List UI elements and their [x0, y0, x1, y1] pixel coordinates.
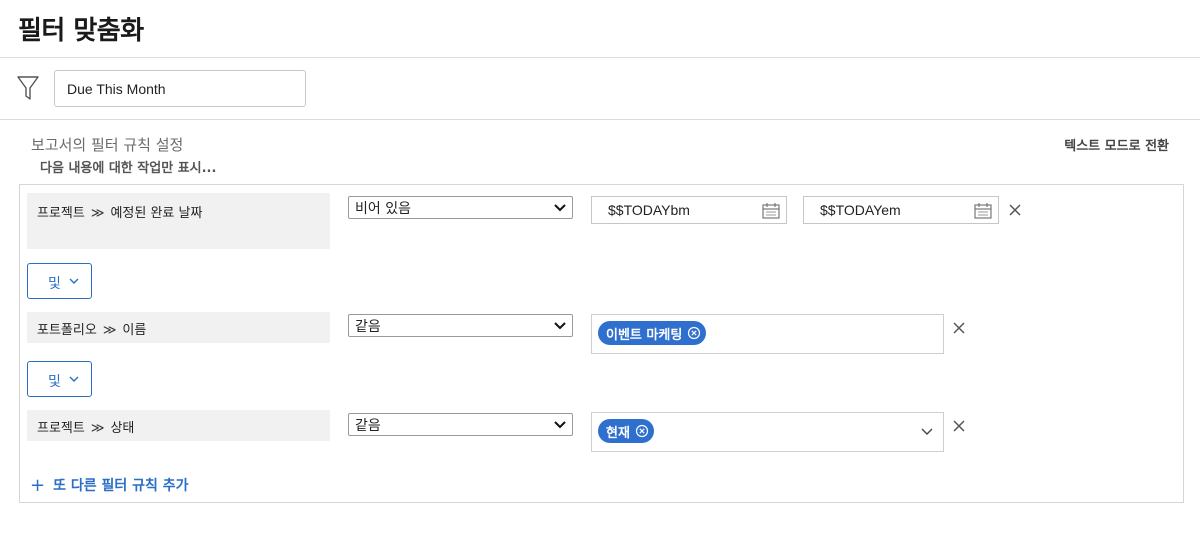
rule-object-label: 프로젝트	[37, 421, 85, 436]
chevron-down-icon	[69, 278, 79, 284]
start-date-value: $$TODAYbm	[608, 202, 690, 218]
connector-label: 및	[48, 374, 61, 390]
breadcrumb-separator-icon: ≫	[90, 206, 105, 221]
section-divider	[0, 119, 1200, 120]
rule-object-label: 프로젝트	[37, 206, 85, 221]
chevron-down-icon	[69, 376, 79, 382]
tag-pill[interactable]: 이벤트 마케팅	[598, 321, 707, 345]
add-filter-rule-label: 또 다른 필터 규칙 추가	[53, 478, 189, 494]
operator-selected-value: 비어 있음	[355, 201, 411, 217]
operator-selected-value: 같음	[355, 319, 381, 335]
rule-object-label: 포트폴리오	[37, 323, 97, 338]
rule-field-planned-completion-date[interactable]: 프로젝트 ≫ 예정된 완료 날짜	[27, 193, 330, 249]
remove-tag-icon[interactable]	[635, 424, 649, 438]
and-connector-button[interactable]: 및	[27, 361, 92, 397]
rule-field-project-status[interactable]: 프로젝트 ≫ 상태	[27, 410, 330, 441]
plus-icon: +	[30, 475, 46, 496]
and-connector-button[interactable]: 및	[27, 263, 92, 299]
header-divider	[0, 57, 1200, 58]
chevron-down-icon[interactable]	[921, 428, 933, 436]
filter-name-input[interactable]	[54, 70, 306, 107]
rule-operator-select[interactable]: 같음	[348, 413, 573, 436]
tag-pill[interactable]: 현재	[598, 419, 654, 443]
switch-to-text-mode-link[interactable]: 텍스트 모드로 전환	[1064, 135, 1169, 154]
funnel-icon	[17, 76, 39, 100]
operator-selected-value: 같음	[355, 418, 381, 434]
section-subtitle: 다음 내용에 대한 작업만 표시...	[40, 161, 217, 176]
tag-pill-label: 현재	[606, 426, 630, 441]
rule-operator-select[interactable]: 같음	[348, 314, 573, 337]
remove-tag-icon[interactable]	[687, 326, 701, 340]
connector-label: 및	[48, 276, 61, 292]
calendar-icon[interactable]	[762, 203, 780, 219]
calendar-icon[interactable]	[974, 203, 992, 219]
chevron-down-icon	[554, 421, 566, 429]
page-title: 필터 맞춤화	[18, 16, 144, 46]
breadcrumb-separator-icon: ≫	[102, 323, 117, 338]
rule-operator-select[interactable]: 비어 있음	[348, 196, 573, 219]
remove-rule-close-icon[interactable]	[952, 419, 966, 433]
start-date-input[interactable]: $$TODAYbm	[591, 196, 787, 224]
end-date-value: $$TODAYem	[820, 202, 901, 218]
chevron-down-icon	[554, 322, 566, 330]
remove-rule-close-icon[interactable]	[1008, 203, 1022, 217]
add-filter-rule-button[interactable]: + 또 다른 필터 규칙 추가	[30, 474, 189, 496]
portfolio-name-tag-input[interactable]: 이벤트 마케팅	[591, 314, 944, 354]
project-status-tag-input[interactable]: 현재	[591, 412, 944, 452]
end-date-input[interactable]: $$TODAYem	[803, 196, 999, 224]
rule-field-label: 상태	[110, 421, 135, 436]
rule-field-label: 이름	[122, 323, 147, 338]
breadcrumb-separator-icon: ≫	[90, 421, 105, 436]
section-title: 보고서의 필터 규칙 설정	[31, 136, 184, 154]
rule-field-portfolio-name[interactable]: 포트폴리오 ≫ 이름	[27, 312, 330, 343]
rule-field-label: 예정된 완료 날짜	[110, 206, 203, 221]
remove-rule-close-icon[interactable]	[952, 321, 966, 335]
chevron-down-icon	[554, 204, 566, 212]
tag-pill-label: 이벤트 마케팅	[606, 328, 683, 343]
